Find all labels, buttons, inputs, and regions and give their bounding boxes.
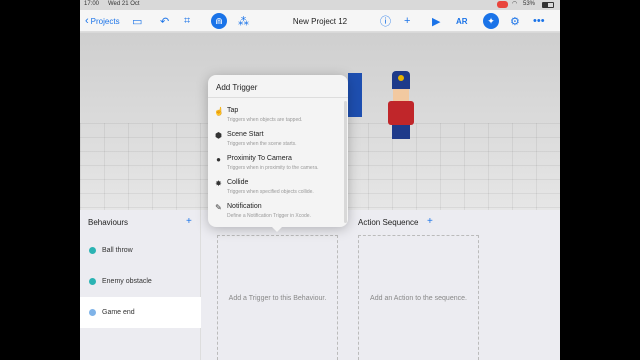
trigger-label: Collide xyxy=(227,179,249,186)
recording-icon xyxy=(497,1,508,8)
toolbar: ‹ Projects ▭ ↶ ⌗ ⋒ ⁂ New Project 12 ⓘ + … xyxy=(80,10,560,32)
action-sequence-header: Action Sequence xyxy=(358,218,419,227)
toy-soldier-model[interactable] xyxy=(382,71,422,157)
behaviours-panel: Add a Trigger to this Behaviour. Action … xyxy=(80,210,560,360)
ar-button[interactable]: AR xyxy=(456,10,468,32)
status-bar: 17:00 Wed 21 Oct ◠ 53% xyxy=(80,0,560,10)
capture-icon[interactable]: ⌗ xyxy=(184,10,190,32)
add-trigger-popover: Add Trigger ☝ Tap Triggers when objects … xyxy=(208,75,348,227)
trigger-label: Scene Start xyxy=(227,131,264,138)
trigger-desc: Triggers when the scene starts. xyxy=(227,141,297,147)
trigger-tap[interactable]: ☝ Tap Triggers when objects are tapped. xyxy=(214,105,340,129)
action-drop-area[interactable]: Add an Action to the sequence. xyxy=(358,235,479,360)
wifi-icon: ◠ xyxy=(512,1,518,7)
divider xyxy=(208,97,348,98)
project-title: New Project 12 xyxy=(292,16,348,26)
add-object-icon[interactable]: ⁂ xyxy=(238,10,249,32)
more-icon[interactable]: ••• xyxy=(533,10,545,32)
trigger-proximity[interactable]: ● Proximity To Camera Triggers when in p… xyxy=(214,153,340,177)
behaviours-list: Behaviours + Ball throw Enemy obstacle G… xyxy=(80,210,201,360)
scene-start-icon: ⬢ xyxy=(215,131,222,140)
trigger-notification[interactable]: ✎ Notification Define a Notification Tri… xyxy=(214,201,340,225)
info-icon[interactable]: ⓘ xyxy=(380,10,391,32)
trigger-label: Proximity To Camera xyxy=(227,155,292,162)
add-icon[interactable]: + xyxy=(404,10,410,32)
play-icon[interactable]: ▶ xyxy=(432,10,440,32)
popover-scrollbar[interactable] xyxy=(344,101,347,223)
settings-icon[interactable]: ⚙ xyxy=(510,10,520,32)
proximity-icon: ● xyxy=(216,155,221,164)
behaviour-item-enemy-obstacle[interactable]: Enemy obstacle xyxy=(80,266,201,297)
behaviour-dot xyxy=(89,278,96,285)
battery-percent: 53% xyxy=(523,1,536,7)
trigger-desc: Define a Notification Trigger in Xcode. xyxy=(227,213,311,219)
add-behaviour-button[interactable]: + xyxy=(186,216,192,227)
behaviour-item-game-end[interactable]: Game end xyxy=(80,297,201,328)
popover-title: Add Trigger xyxy=(216,83,258,92)
behaviour-label: Game end xyxy=(102,309,135,316)
back-button[interactable]: ‹ Projects xyxy=(85,10,120,32)
blue-blocks[interactable] xyxy=(348,73,362,117)
sidebar-icon[interactable]: ▭ xyxy=(132,10,142,32)
behaviours-icon[interactable]: ✦ xyxy=(483,13,499,29)
battery-icon xyxy=(542,2,554,8)
trigger-placeholder: Add a Trigger to this Behaviour. xyxy=(228,294,327,302)
behaviour-label: Ball throw xyxy=(102,247,133,254)
behaviour-label: Enemy obstacle xyxy=(102,278,152,285)
trigger-desc: Triggers when in proximity to the camera… xyxy=(227,165,319,171)
tap-icon: ☝ xyxy=(214,107,224,116)
trigger-label: Tap xyxy=(227,107,239,114)
collide-icon: ✸ xyxy=(215,179,222,188)
chevron-left-icon: ‹ xyxy=(85,15,89,27)
trigger-desc: Triggers when objects are tapped. xyxy=(227,117,303,123)
popover-arrow xyxy=(272,227,282,232)
trigger-drop-area[interactable]: Add a Trigger to this Behaviour. xyxy=(217,235,338,360)
behaviour-dot xyxy=(89,247,96,254)
behaviour-dot xyxy=(89,309,96,316)
trigger-collide[interactable]: ✸ Collide Triggers when specified object… xyxy=(214,177,340,201)
status-time: 17:00 xyxy=(84,1,100,7)
behaviour-item-ball-throw[interactable]: Ball throw xyxy=(80,235,201,266)
back-label: Projects xyxy=(90,16,120,26)
trigger-scene-start[interactable]: ⬢ Scene Start Triggers when the scene st… xyxy=(214,129,340,153)
action-placeholder: Add an Action to the sequence. xyxy=(370,294,467,302)
undo-icon[interactable]: ↶ xyxy=(160,10,169,32)
trigger-label: Notification xyxy=(227,203,262,210)
add-action-button[interactable]: + xyxy=(427,216,433,227)
behaviour-detail: Add a Trigger to this Behaviour. Action … xyxy=(201,210,560,360)
trigger-desc: Triggers when specified objects collide. xyxy=(227,189,314,195)
behaviours-header: Behaviours xyxy=(88,218,129,227)
notification-icon: ✎ xyxy=(215,203,222,212)
status-date: Wed 21 Oct xyxy=(108,1,140,7)
anchor-icon[interactable]: ⋒ xyxy=(211,13,227,29)
